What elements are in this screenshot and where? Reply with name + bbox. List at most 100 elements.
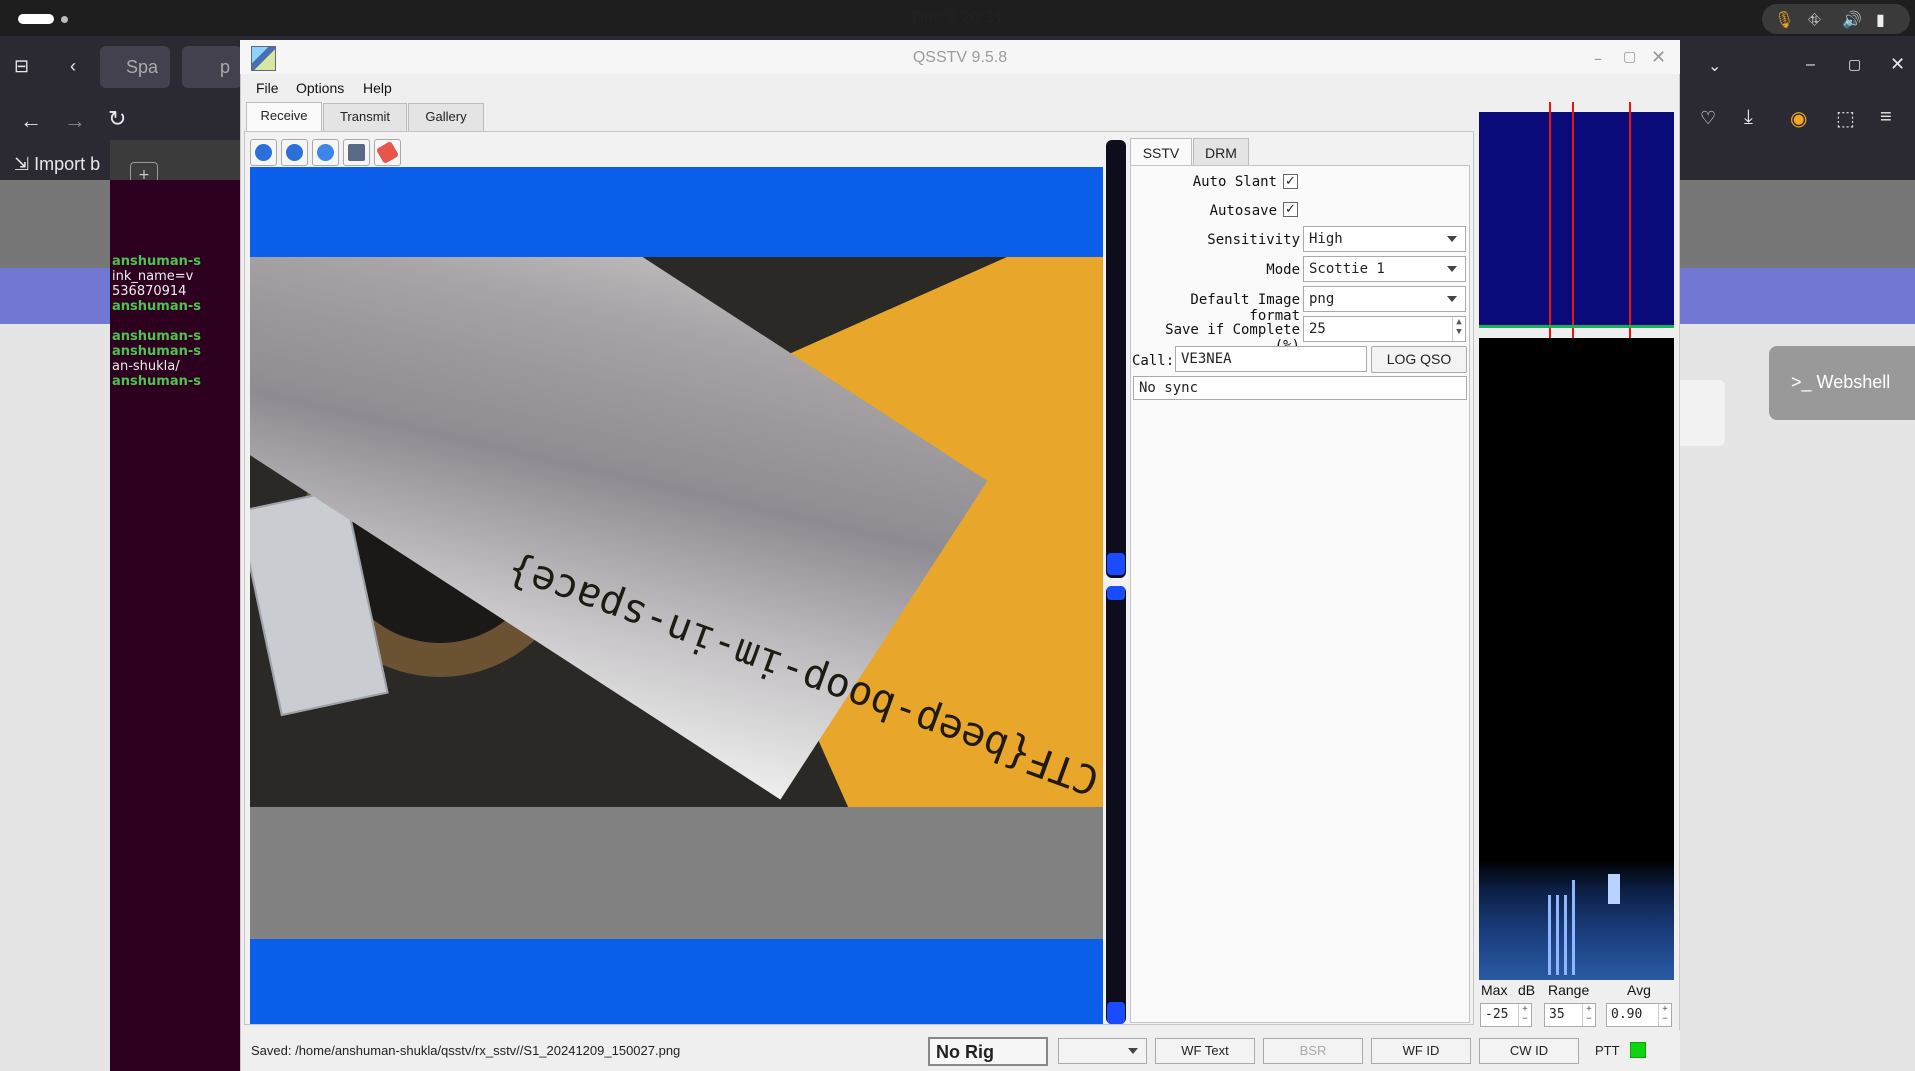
webshell-label: Webshell [1816,372,1891,392]
max-label: Max [1481,982,1508,998]
spin-arrows-icon[interactable]: + − [1518,1004,1531,1026]
save-complete-spinbox[interactable]: 25 ▲ ▼ [1303,316,1466,342]
chevron-down-icon [1447,236,1457,242]
eraser-icon [375,140,400,165]
terminal-line: anshuman-s [112,374,201,389]
signal-trace [1608,874,1620,904]
wf-text-button[interactable]: WF Text [1155,1038,1255,1064]
image-format-value: png [1309,291,1335,307]
marker-line [1629,102,1631,338]
wf-id-button[interactable]: WF ID [1371,1038,1471,1064]
tab-receive[interactable]: Receive [246,102,322,132]
pocket-icon[interactable]: ♡ [1700,108,1716,129]
restore-icon[interactable]: ▢ [1848,56,1861,73]
spin-arrows-icon[interactable]: + − [1582,1004,1595,1026]
save-button[interactable] [343,139,370,166]
clock[interactable]: Dec 9 20:31 [0,8,1915,28]
saved-file-status: Saved: /home/anshuman-shukla/qsstv/rx_ss… [251,1043,681,1058]
chevron-left-icon[interactable]: ‹ [70,56,76,77]
close-icon[interactable]: ✕ [1890,54,1905,75]
db-label: dB [1518,982,1536,998]
reload-icon[interactable]: ↻ [108,106,126,132]
account-icon[interactable]: ◉ [1790,106,1807,131]
webshell-button[interactable]: >_ Webshell [1769,346,1915,420]
terminal-line: an-shukla/ [112,359,180,374]
chevron-down-icon [1128,1048,1138,1054]
back-icon[interactable]: ← [20,108,42,134]
marker-line [1572,102,1574,338]
menu-icon[interactable]: ≡ [1880,106,1892,129]
call-value: VE3NEA [1181,351,1232,367]
slider-knob[interactable] [1107,553,1125,575]
spin-arrows-icon[interactable]: ▲ ▼ [1452,317,1465,341]
terminal-line: anshuman-s [112,254,201,269]
vu-slider-top[interactable] [1106,140,1126,578]
rig-status: No Rig [928,1037,1048,1066]
network-icon: ⛗ [1808,10,1821,29]
menu-help[interactable]: Help [363,80,392,96]
start-button[interactable] [250,139,277,166]
window-close-icon[interactable]: ✕ [1651,47,1666,68]
avg-spinbox[interactable]: 0.90 + − [1606,1003,1672,1027]
battery-icon: ▮ [1876,10,1885,29]
sensitivity-select[interactable]: High [1303,226,1466,252]
stop-button[interactable] [281,139,308,166]
tab-overview-icon[interactable]: ⊟ [14,56,29,77]
import-bookmarks-link[interactable]: ⇲ Import b [14,154,100,175]
vu-slider-bottom[interactable] [1106,586,1126,1024]
range-spinbox[interactable]: 35 + − [1544,1003,1596,1027]
resync-button[interactable] [312,139,339,166]
subtab-drm[interactable]: DRM [1193,138,1249,166]
auto-slant-checkbox[interactable]: ✓ [1283,174,1298,189]
subtab-sstv[interactable]: SSTV [1130,138,1192,166]
auto-slant-label: Auto Slant [1192,174,1277,190]
autosave-checkbox[interactable]: ✓ [1283,202,1298,217]
forward-icon[interactable]: → [64,108,86,134]
sensitivity-value: High [1309,231,1343,247]
spin-arrows-icon[interactable]: + − [1658,1004,1671,1026]
rx-image-top-fill [250,167,1103,257]
extensions-icon[interactable]: ⬚ [1836,106,1855,131]
chevron-down-icon [1447,296,1457,302]
menu-options[interactable]: Options [296,80,344,96]
browser-tab[interactable] [182,46,242,88]
download-icon[interactable]: ⤓ [1744,106,1753,129]
menu-file[interactable]: File [256,80,279,96]
log-qso-button[interactable]: LOG QSO [1371,346,1467,373]
ptt-indicator [1630,1042,1646,1058]
bsr-button[interactable]: BSR [1263,1038,1363,1064]
spectrum-display[interactable] [1479,112,1674,327]
tab-transmit[interactable]: Transmit [323,103,407,131]
max-db-value: -25 [1485,1007,1509,1022]
signal-trace [1572,880,1575,975]
call-input[interactable]: VE3NEA [1175,346,1367,372]
stop-icon [286,144,303,161]
wf-text-select[interactable] [1058,1038,1147,1064]
mode-select[interactable]: Scottie 1 [1303,256,1466,282]
chevron-down-icon [1447,266,1457,272]
erase-button[interactable] [374,139,401,166]
image-format-select[interactable]: png [1303,286,1466,312]
terminal-line: anshuman-s [112,329,201,344]
cw-id-button[interactable]: CW ID [1479,1038,1579,1064]
max-db-spinbox[interactable]: -25 + − [1480,1003,1532,1027]
terminal-output: anshuman-s ink_name=v 536870914 anshuman-s … [112,254,201,389]
window-minimize-icon[interactable]: – [1594,49,1602,68]
slider-knob[interactable] [1107,1002,1125,1024]
marker-line [1549,102,1551,338]
range-value: 35 [1549,1007,1565,1022]
slider-knob[interactable] [1107,586,1125,600]
terminal-line: 536870914 [112,284,187,299]
mode-value: Scottie 1 [1309,261,1385,277]
tab-gallery[interactable]: Gallery [408,103,484,131]
tab-list-icon[interactable]: ⌄ [1708,56,1721,76]
save-icon [348,144,365,161]
window-maximize-icon[interactable]: ▢ [1623,49,1636,65]
waterfall-signal [1479,860,1674,980]
terminal-line: ink_name=v [112,269,194,284]
signal-trace [1548,895,1551,975]
minimize-icon[interactable]: – [1806,56,1815,74]
signal-trace [1564,895,1567,975]
import-bookmarks-label: Import b [34,154,101,174]
